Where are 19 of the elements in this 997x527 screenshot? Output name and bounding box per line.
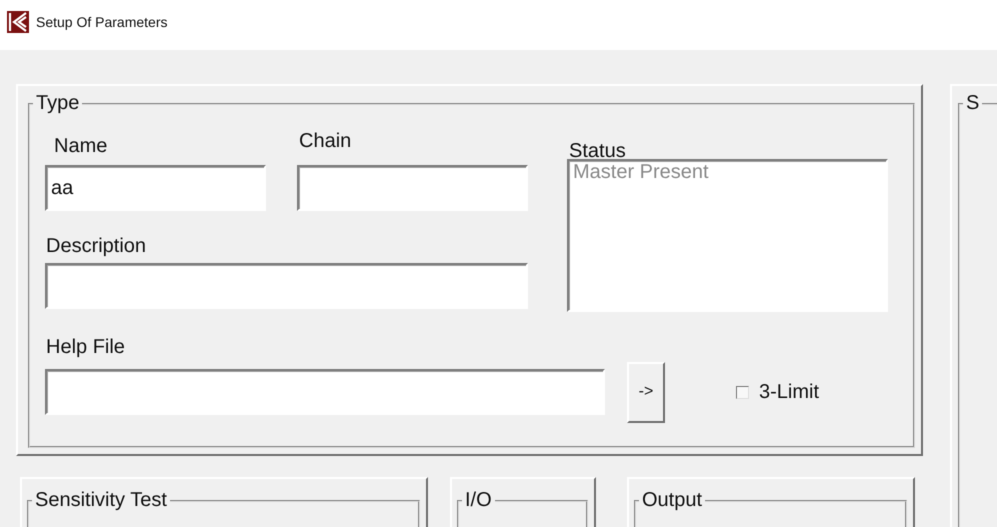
browse-button[interactable]: -> <box>627 362 665 422</box>
chain-field[interactable] <box>297 165 528 211</box>
field-label: Help File <box>46 336 126 359</box>
field-label: Description <box>46 235 148 258</box>
app-logo-icon <box>7 11 29 33</box>
group-label: Type <box>35 92 80 115</box>
group-label: Output <box>641 489 704 512</box>
field-label: Name <box>54 135 108 158</box>
field-label: Chain <box>299 130 352 153</box>
group-label: S <box>965 92 980 115</box>
status-item: Master Present <box>573 161 710 184</box>
checkbox-label: 3-Limit <box>759 380 820 404</box>
name-field[interactable]: aa <box>45 165 266 211</box>
description-field[interactable] <box>45 263 528 309</box>
group-label: I/O <box>464 489 493 512</box>
checkbox[interactable] <box>736 386 749 398</box>
window-title: Setup Of Parameters <box>36 14 168 30</box>
help-file-field[interactable] <box>45 369 605 415</box>
group-label: Sensitivity Test <box>34 489 168 512</box>
